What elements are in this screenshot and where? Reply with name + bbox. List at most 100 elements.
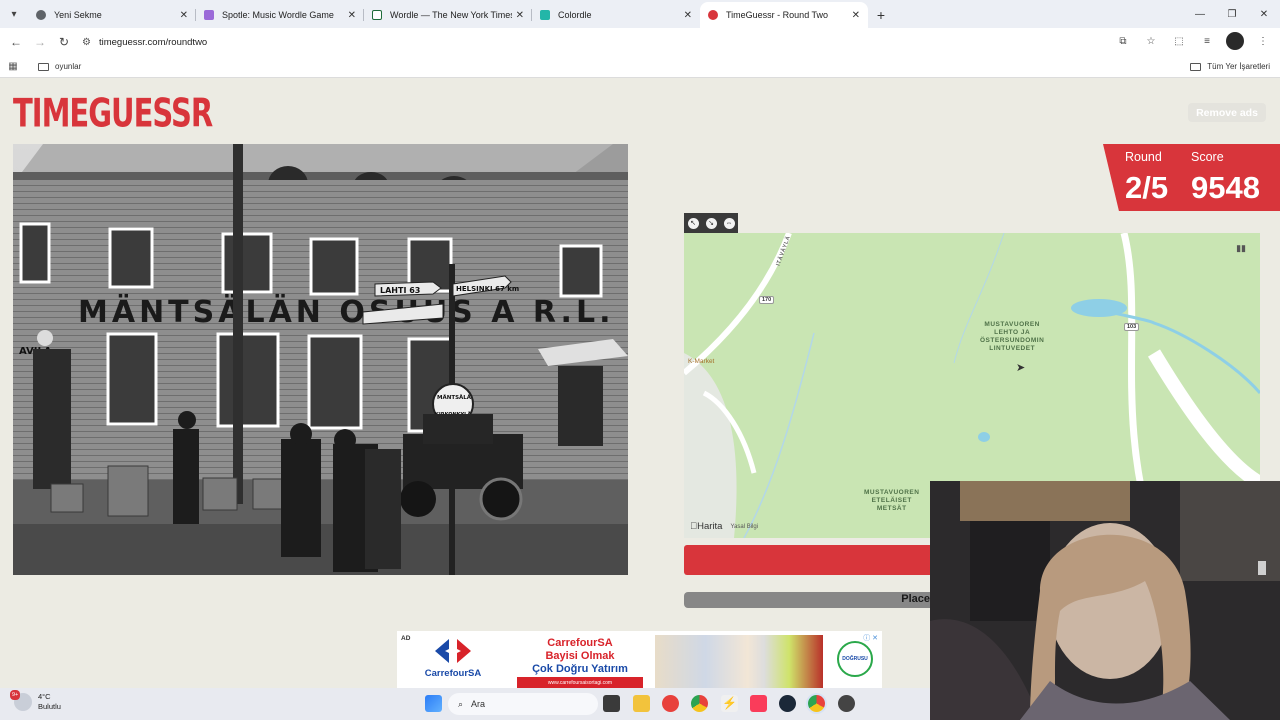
app-dark-icon[interactable] — [838, 695, 855, 712]
all-bookmarks[interactable]: Tüm Yer İşaretleri — [1190, 62, 1270, 71]
cloud-icon: 9+ — [10, 690, 32, 711]
tab-search-dropdown-icon[interactable]: ▾ — [0, 0, 28, 28]
profile-avatar[interactable] — [1226, 32, 1244, 50]
map-label-line: ÖSTERSUNDOMIN — [980, 337, 1045, 344]
place-label: Place — [901, 593, 930, 605]
pin-map-icon[interactable]: ⇔ — [723, 217, 735, 229]
map-toolbar: ↖ ↘ ⇔ — [684, 213, 738, 233]
round-score-panel: Round Score 2/5 9548 — [1103, 144, 1280, 211]
route-shield-103: 103 — [1124, 323, 1140, 331]
close-tab-icon[interactable]: ✕ — [348, 10, 356, 21]
app-red-icon[interactable] — [662, 695, 679, 712]
mouse-cursor-icon: ➤ — [1016, 362, 1026, 374]
file-explorer-icon[interactable] — [633, 695, 650, 712]
tab-yeni-sekme[interactable]: Yeni Sekme ✕ — [28, 2, 196, 28]
chrome-active-icon[interactable] — [808, 695, 825, 712]
site-info-icon[interactable]: ⚙ — [82, 37, 91, 48]
tab-title: TimeGuessr - Round Two — [726, 10, 829, 20]
os-taskbar: 9+ 4°C Bulutlu ⌕ Ara ⚡ — [0, 688, 930, 720]
menu-icon[interactable]: ⋮ — [1254, 32, 1272, 50]
tab-timeguessr[interactable]: TimeGuessr - Round Two ✕ — [700, 2, 868, 28]
translate-icon[interactable]: ⧉ — [1114, 32, 1132, 50]
attribution-text: Harita — [690, 521, 722, 532]
facade-sign-text: MÄNTSÄLÄN OSUUS A R.L. — [78, 294, 614, 330]
url-field[interactable]: ⚙ timeguessr.com/roundtwo — [82, 31, 1132, 53]
bookmark-oyunlar[interactable]: oyunlar — [38, 62, 81, 71]
url-text: timeguessr.com/roundtwo — [98, 36, 208, 48]
forward-icon[interactable]: → — [28, 35, 52, 49]
ad-choices-icon[interactable]: ⓘ ✕ — [863, 633, 878, 643]
score-label: Score — [1191, 150, 1224, 164]
close-tab-icon[interactable]: ✕ — [180, 10, 188, 21]
spotle-icon — [204, 10, 214, 20]
ad-line: CarrefourSA — [547, 637, 613, 649]
map-label-line: ETELÄISET — [871, 497, 912, 504]
bookmark-star-icon[interactable]: ☆ — [1142, 32, 1160, 50]
round-label: Round — [1125, 150, 1162, 164]
chrome-icon[interactable] — [691, 695, 708, 712]
photo-illustration: MÄNTSÄLÄN OSUUS A R.L. AVILA LAHTI 63 HE… — [13, 144, 628, 575]
round-value: 2/5 — [1125, 170, 1169, 205]
tab-spotle[interactable]: Spotle: Music Wordle Game ✕ — [196, 2, 364, 28]
notification-badge: 9+ — [10, 690, 21, 700]
reload-icon[interactable]: ↻ — [52, 35, 76, 49]
back-icon[interactable]: ← — [4, 35, 28, 49]
music-app-icon[interactable] — [750, 695, 767, 712]
route-shield-170: 170 — [759, 296, 775, 304]
minimize-icon[interactable]: — — [1184, 0, 1216, 28]
round-sign-top: MÄNTSÄLÄ — [437, 394, 472, 401]
arrow-sign-2: HELSINKI 67 km — [456, 285, 519, 293]
carrefour-logo: CarrefourSA — [413, 639, 493, 679]
historical-photo[interactable]: MÄNTSÄLÄN OSUUS A R.L. AVILA LAHTI 63 HE… — [13, 144, 628, 575]
legal-link[interactable]: Yasal Bilgi — [730, 524, 758, 530]
webcam-overlay — [930, 481, 1280, 720]
weather-temp: 4°C — [38, 692, 51, 701]
map-label-line: METSÄT — [876, 505, 907, 512]
restore-icon[interactable]: ❐ — [1216, 0, 1248, 28]
map-layers-icon[interactable]: ▮▮ — [1236, 243, 1246, 254]
close-window-icon[interactable]: ✕ — [1248, 0, 1280, 28]
steam-icon[interactable] — [779, 695, 796, 712]
submit-guess-button[interactable] — [684, 545, 930, 575]
colordle-icon — [540, 10, 550, 20]
map-label-bottom: MUSTAVUOREN ETELÄISET METSÄT — [864, 489, 919, 513]
tab-title: Yeni Sekme — [54, 10, 102, 20]
ad-tag: AD — [401, 635, 411, 642]
tab-wordle[interactable]: Wordle — The New York Times ✕ — [364, 2, 532, 28]
arrow-sign-1: LAHTI 63 — [380, 286, 420, 295]
new-tab-icon[interactable]: + — [868, 2, 894, 28]
remove-ads-button[interactable]: Remove ads — [1188, 103, 1266, 122]
media-icon[interactable]: ≡ — [1198, 32, 1216, 50]
close-tab-icon[interactable]: ✕ — [516, 10, 524, 21]
ad-line: Çok Doğru Yatırım — [532, 663, 628, 675]
bookmarks-bar: ▦ oyunlar Tüm Yer İşaretleri — [0, 56, 1280, 78]
webcam-image — [930, 481, 1280, 720]
task-view-icon[interactable] — [603, 695, 620, 712]
advertisement-banner[interactable]: AD CarrefourSA CarrefourSA Bayisi Olmak … — [397, 631, 882, 688]
close-tab-icon[interactable]: ✕ — [684, 10, 692, 21]
map-label-line: LEHTO JA — [994, 329, 1031, 336]
apps-grid-icon[interactable]: ▦ — [0, 61, 26, 72]
poi-kmarket[interactable]: K-Market — [688, 358, 714, 366]
taskbar-search[interactable]: ⌕ Ara — [448, 693, 598, 715]
lightning-app-icon[interactable]: ⚡ — [721, 695, 738, 712]
ad-people-photo — [655, 635, 823, 688]
search-icon: ⌕ — [458, 698, 464, 709]
map-label-line: MUSTAVUOREN — [864, 489, 920, 496]
ad-url: www.carrefoursaisortagi.com — [517, 677, 643, 688]
timeguessr-logo[interactable]: TIMEGUESSR — [13, 90, 213, 136]
timeguessr-icon — [708, 10, 718, 20]
extensions-icon[interactable]: ⬚ — [1170, 32, 1188, 50]
start-windows-icon[interactable] — [425, 695, 442, 712]
map-label-line: LINTUVEDET — [989, 345, 1036, 352]
search-placeholder: Ara — [471, 699, 486, 709]
weather-widget[interactable]: 9+ 4°C Bulutlu — [10, 690, 61, 712]
close-tab-icon[interactable]: ✕ — [852, 10, 860, 21]
map-label-top: MUSTAVUOREN LEHTO JA ÖSTERSUNDOMIN LINTU… — [980, 321, 1044, 353]
folder-icon — [1190, 62, 1202, 71]
expand-map-icon[interactable]: ↘ — [705, 217, 717, 229]
folder-icon — [38, 62, 49, 71]
shrink-map-icon[interactable]: ↖ — [687, 217, 699, 229]
tab-colordle[interactable]: Colordle ✕ — [532, 2, 700, 28]
place-guess-bar[interactable]: Place — [684, 592, 930, 608]
